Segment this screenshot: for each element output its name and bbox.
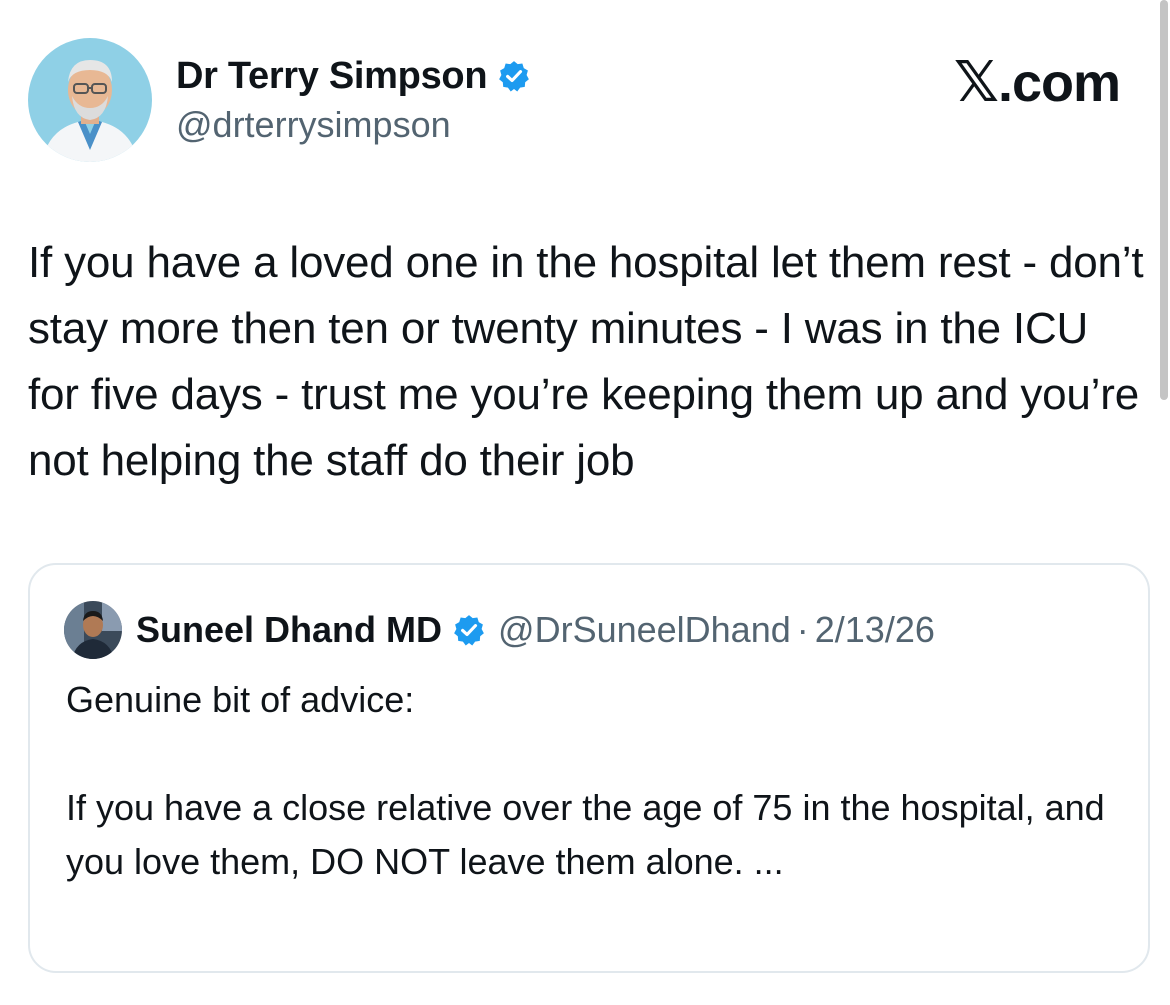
quoted-tweet-card[interactable]: Suneel Dhand MD @DrSuneelDhand · 2/13/26… — [28, 563, 1150, 973]
quoted-tweet-text: Genuine bit of advice: If you have a clo… — [66, 679, 1105, 882]
verified-badge-icon — [497, 59, 531, 93]
author-name-row: Dr Terry Simpson — [176, 55, 531, 98]
verified-badge-icon — [452, 613, 486, 647]
author-handle[interactable]: @drterrysimpson — [176, 104, 531, 146]
quoted-author-handle[interactable]: @DrSuneelDhand — [498, 609, 791, 651]
brand-suffix: .com — [997, 53, 1121, 113]
quoted-avatar-image — [64, 601, 122, 659]
x-logo-icon: 𝕏 — [953, 50, 999, 115]
tweet-text: If you have a loved one in the hospital … — [28, 238, 1144, 485]
x-com-logo: 𝕏 .com — [953, 50, 1121, 115]
avatar-image — [28, 38, 152, 162]
quoted-author-avatar[interactable] — [64, 601, 122, 659]
page-scrollbar[interactable] — [1160, 0, 1168, 400]
author-name[interactable]: Dr Terry Simpson — [176, 55, 488, 98]
author-avatar[interactable] — [28, 38, 152, 162]
tweet-header: Dr Terry Simpson @drterrysimpson — [28, 38, 531, 162]
separator-dot: · — [796, 609, 809, 650]
quoted-tweet-header: Suneel Dhand MD @DrSuneelDhand · 2/13/26 — [64, 601, 935, 659]
quoted-tweet-date[interactable]: 2/13/26 — [815, 609, 935, 651]
author-meta: Dr Terry Simpson @drterrysimpson — [176, 55, 531, 146]
quoted-author-name[interactable]: Suneel Dhand MD — [136, 609, 442, 651]
